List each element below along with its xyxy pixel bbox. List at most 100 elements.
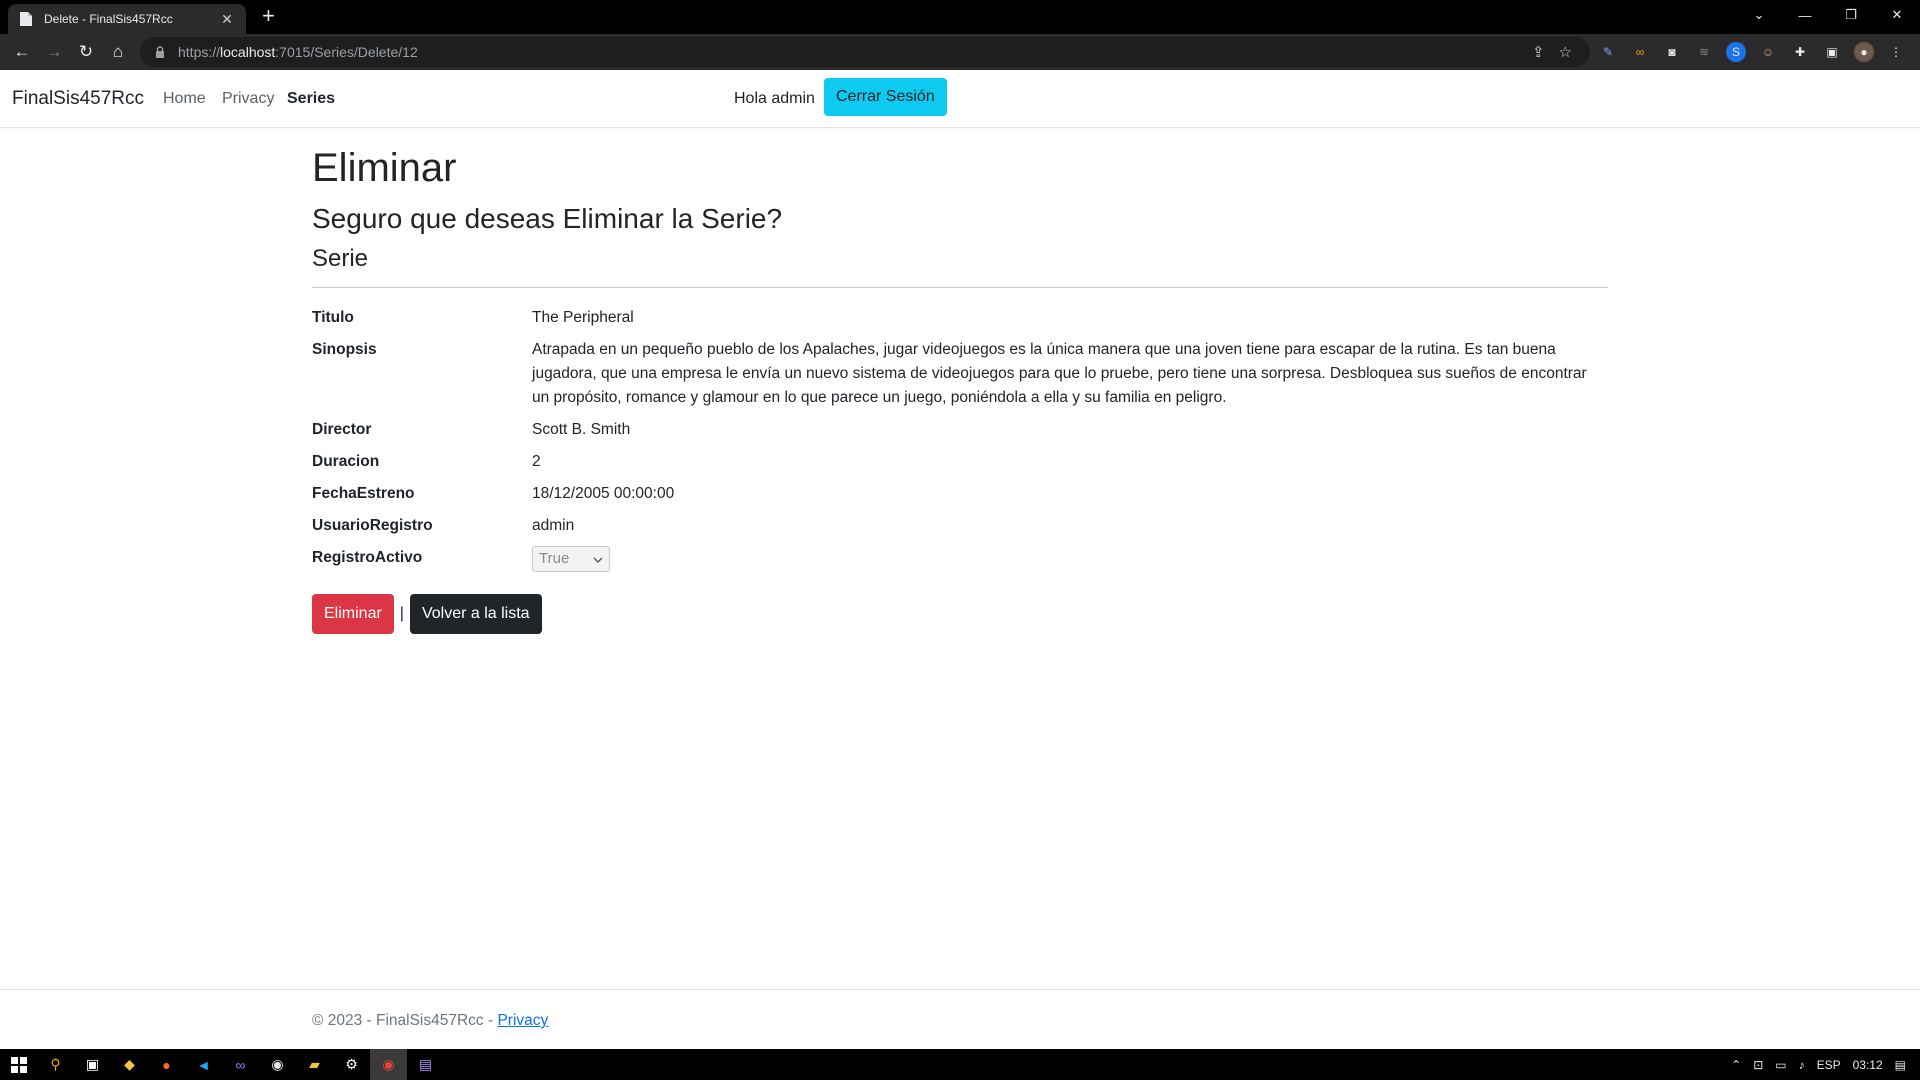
notifications-icon[interactable]: ▤	[1895, 1058, 1906, 1072]
detail-label: Duracion	[312, 453, 380, 470]
back-icon[interactable]: ←	[6, 36, 38, 68]
chrome-icon[interactable]: ◉	[370, 1049, 407, 1080]
search-icon[interactable]: ⚲	[37, 1049, 74, 1080]
app-orange-icon[interactable]: ●	[148, 1049, 185, 1080]
system-tray: ⌃ ⊡ ▭ ♪ ESP 03:12 ▤	[1731, 1049, 1920, 1080]
address-bar[interactable]: https://localhost:7015/Series/Delete/12 …	[140, 37, 1590, 67]
nav-link-series[interactable]: Series	[287, 90, 335, 108]
reload-icon[interactable]: ↻	[70, 36, 102, 68]
chevron-down-icon	[593, 547, 603, 571]
bookmark-star-icon[interactable]: ☆	[1559, 43, 1572, 61]
language-indicator[interactable]: ESP	[1817, 1058, 1841, 1072]
footer-privacy-link[interactable]: Privacy	[497, 1012, 548, 1029]
browser-menu-icon[interactable]: ⋮	[1886, 42, 1906, 62]
detail-label: UsuarioRegistro	[312, 517, 433, 534]
brand-link[interactable]: FinalSis457Rcc	[12, 88, 144, 110]
detail-value-cell: True	[532, 546, 1608, 572]
detail-row-usuario-registro: UsuarioRegistro admin	[312, 514, 1608, 538]
detail-label: RegistroActivo	[312, 549, 423, 566]
visual-studio-icon[interactable]: ∞	[222, 1049, 259, 1080]
profile-avatar-icon[interactable]: ●	[1854, 42, 1874, 62]
os-taskbar: ⚲ ▣ ◆ ● ◄ ∞ ◉ ▰ ⚙ ◉ ▤ ⌃ ⊡ ▭ ♪ ESP 03:12 …	[0, 1049, 1920, 1080]
logout-button[interactable]: Cerrar Sesión	[824, 78, 947, 116]
extension-wave-icon[interactable]: ≋	[1694, 42, 1714, 62]
user-greeting: Hola admin	[734, 90, 815, 107]
registro-activo-select[interactable]: True	[532, 546, 610, 572]
extension-face-icon[interactable]: ☺	[1758, 42, 1778, 62]
extension-pen-icon[interactable]: ✎	[1598, 42, 1618, 62]
detail-value: Scott B. Smith	[532, 421, 631, 438]
nav-link-home[interactable]: Home	[163, 90, 206, 108]
detail-label: Titulo	[312, 309, 354, 326]
tab-close-icon[interactable]: ✕	[218, 11, 236, 28]
forward-icon[interactable]: →	[38, 36, 70, 68]
separator: |	[399, 605, 404, 622]
detail-value: 2	[532, 453, 541, 470]
divider	[312, 287, 1608, 288]
url-scheme: https://	[178, 44, 221, 60]
windows-start-icon[interactable]	[0, 1049, 37, 1080]
vscode-icon[interactable]: ◄	[185, 1049, 222, 1080]
window-controls: ⌄ — ❐ ✕	[1736, 0, 1920, 30]
back-to-list-button[interactable]: Volver a la lista	[409, 594, 542, 634]
detail-row-titulo: Titulo The Peripheral	[312, 306, 1608, 330]
nav-link-privacy[interactable]: Privacy	[222, 90, 274, 108]
volume-icon[interactable]: ♪	[1799, 1058, 1805, 1072]
app-diamond-icon[interactable]: ◆	[111, 1049, 148, 1080]
tab-title: Delete - FinalSis457Rcc	[44, 12, 173, 26]
details-list: Titulo The Peripheral Sinopsis Atrapada …	[312, 306, 1608, 572]
detail-value: The Peripheral	[532, 309, 634, 326]
detail-label: Sinopsis	[312, 341, 377, 358]
new-tab-icon[interactable]: +	[262, 5, 275, 27]
detail-value: Atrapada en un pequeño pueblo de los Apa…	[532, 341, 1587, 406]
form-actions: Eliminar | Volver a la lista	[312, 594, 1608, 634]
detail-value: 18/12/2005 00:00:00	[532, 485, 675, 502]
confirm-question: Seguro que deseas Eliminar la Serie?	[312, 203, 783, 234]
detail-label: FechaEstreno	[312, 485, 415, 502]
side-panel-icon[interactable]: ▣	[1822, 42, 1842, 62]
close-window-icon[interactable]: ✕	[1874, 0, 1920, 30]
browser-toolbar: ← → ↻ ⌂ https://localhost:7015/Series/De…	[0, 34, 1920, 70]
extensions-puzzle-icon[interactable]: ✚	[1790, 42, 1810, 62]
lock-icon	[154, 45, 166, 59]
detail-row-director: Director Scott B. Smith	[312, 418, 1608, 442]
select-value: True	[539, 550, 570, 567]
copyright: © 2023 - FinalSis457Rcc -	[312, 1012, 498, 1029]
task-view-icon[interactable]: ▣	[74, 1049, 111, 1080]
entity-heading: Serie	[312, 245, 369, 272]
minimize-icon[interactable]: —	[1782, 0, 1828, 30]
home-icon[interactable]: ⌂	[102, 36, 134, 68]
terminal-icon[interactable]: ▤	[407, 1049, 444, 1080]
browser-tabstrip: Delete - FinalSis457Rcc ✕ + ⌄ — ❐ ✕	[0, 0, 1920, 34]
file-explorer-icon[interactable]: ▰	[296, 1049, 333, 1080]
browser-tab[interactable]: Delete - FinalSis457Rcc ✕	[8, 4, 246, 34]
extension-infinity-icon[interactable]: ∞	[1630, 42, 1650, 62]
clock[interactable]: 03:12	[1853, 1058, 1883, 1072]
url-host: localhost	[220, 44, 276, 60]
tray-device-icon[interactable]: ⊡	[1753, 1058, 1763, 1072]
extension-camera-icon[interactable]: ◙	[1662, 42, 1682, 62]
restore-icon[interactable]: ❐	[1828, 0, 1874, 30]
battery-icon[interactable]: ▭	[1775, 1058, 1786, 1072]
chrome-dev-icon[interactable]: ◉	[259, 1049, 296, 1080]
page-favicon-icon	[18, 11, 34, 27]
main-content: Eliminar Seguro que deseas Eliminar la S…	[312, 128, 1608, 634]
settings-gear-icon[interactable]: ⚙	[333, 1049, 370, 1080]
page-title: Eliminar	[312, 146, 457, 190]
tab-search-icon[interactable]: ⌄	[1736, 0, 1782, 30]
url-path: :7015/Series/Delete/12	[275, 44, 418, 60]
footer-text: © 2023 - FinalSis457Rcc - Privacy	[312, 1012, 548, 1030]
page-footer: © 2023 - FinalSis457Rcc - Privacy	[0, 989, 1920, 1049]
detail-row-registro-activo: RegistroActivo True	[312, 546, 1608, 572]
tray-chevron-up-icon[interactable]: ⌃	[1731, 1058, 1741, 1072]
detail-row-duracion: Duracion 2	[312, 450, 1608, 474]
delete-button[interactable]: Eliminar	[312, 594, 394, 634]
share-icon[interactable]: ⇪	[1532, 43, 1545, 61]
detail-row-fecha-estreno: FechaEstreno 18/12/2005 00:00:00	[312, 482, 1608, 506]
app-navbar: FinalSis457Rcc Home Privacy Series Hola …	[0, 70, 1920, 128]
detail-row-sinopsis: Sinopsis Atrapada en un pequeño pueblo d…	[312, 338, 1608, 410]
detail-value: admin	[532, 517, 575, 534]
detail-label: Director	[312, 421, 372, 438]
extensions-bar: ✎ ∞ ◙ ≋ S ☺ ✚ ▣ ● ⋮	[1598, 42, 1906, 62]
extension-s-icon[interactable]: S	[1726, 42, 1746, 62]
